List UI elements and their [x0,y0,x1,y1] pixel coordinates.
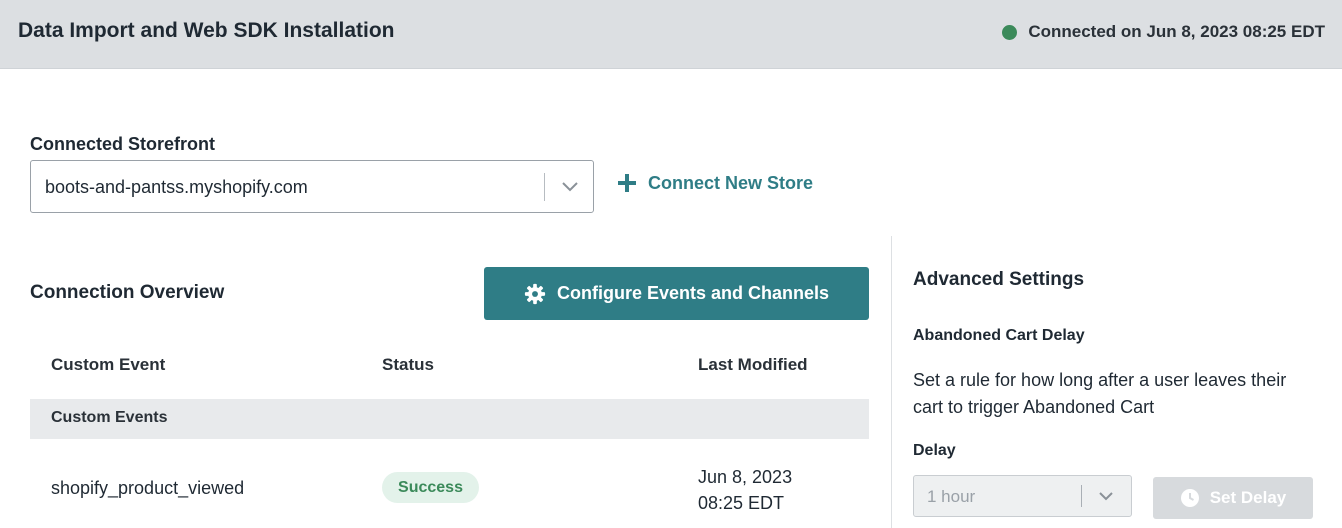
configure-events-button[interactable]: Configure Events and Channels [484,267,869,320]
abandoned-cart-delay-title: Abandoned Cart Delay [913,327,1085,344]
chevron-down-icon [562,182,578,192]
section-divider [891,236,892,528]
storefront-select-value: boots-and-pantss.myshopify.com [45,177,308,197]
connection-status: Connected on Jun 8, 2023 08:25 EDT [1002,22,1325,42]
column-header-last-modified[interactable]: Last Modified [698,355,808,375]
set-delay-button[interactable]: Set Delay [1153,477,1313,519]
advanced-settings-title: Advanced Settings [913,269,1085,290]
clock-icon [1180,489,1199,507]
time-line: 08:25 EDT [698,493,785,513]
configure-events-label: Configure Events and Channels [556,283,830,303]
table-row-event: shopify_product_viewed [51,478,245,498]
table-group-label: Custom Events [51,409,168,426]
page-header: Data Import and Web SDK Installation Con… [0,0,1342,69]
storefront-select[interactable]: boots-and-pantss.myshopify.com [30,160,594,213]
column-header-status[interactable]: Status [382,355,434,375]
set-delay-label: Set Delay [1209,488,1287,507]
column-header-custom-event[interactable]: Custom Event [51,355,165,375]
table-group-row: Custom Events [30,399,869,439]
select-divider [544,173,545,201]
delay-select-value: 1 hour [927,487,976,506]
gear-icon [524,283,546,304]
date-line: Jun 8, 2023 [698,467,793,487]
connection-status-text: Connected on Jun 8, 2023 08:25 EDT [1028,22,1325,41]
connect-new-store-link[interactable]: Connect New Store [616,172,813,194]
plus-icon [618,174,636,192]
connection-overview-title: Connection Overview [30,282,225,303]
status-badge: Success [382,472,479,503]
abandoned-cart-description: Set a rule for how long after a user lea… [913,370,1287,417]
status-dot-icon [1002,24,1018,40]
table-row-date: Jun 8, 2023 08:25 EDT [698,464,792,516]
delay-label: Delay [913,442,956,459]
select-divider [1081,485,1082,507]
chevron-down-icon [1099,492,1113,501]
page-title: Data Import and Web SDK Installation [18,19,395,42]
connect-new-store-label: Connect New Store [648,172,814,193]
storefront-label: Connected Storefront [30,134,216,154]
delay-select[interactable]: 1 hour [913,475,1132,517]
